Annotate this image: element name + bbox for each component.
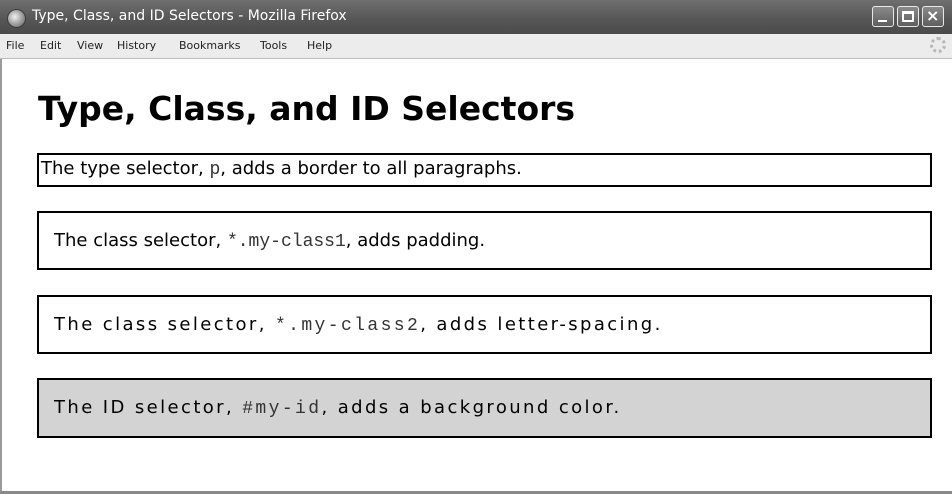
paragraph-text: The class selector, — [54, 314, 275, 335]
selector-code: #my-id — [242, 399, 322, 419]
close-button[interactable]: × — [922, 6, 944, 27]
window-left-border — [0, 59, 2, 494]
minimize-button[interactable] — [872, 6, 894, 27]
maximize-button[interactable] — [897, 6, 919, 27]
menu-view[interactable]: View — [77, 39, 103, 52]
selector-code: *.my-class1 — [226, 232, 346, 252]
menu-bookmarks[interactable]: Bookmarks — [179, 39, 240, 52]
title-bar[interactable]: Type, Class, and ID Selectors - Mozilla … — [0, 0, 952, 34]
menu-history[interactable]: History — [117, 39, 156, 52]
firefox-logo-icon — [7, 9, 26, 28]
menu-bar: File Edit View History Bookmarks Tools H… — [0, 34, 952, 59]
paragraph-text: , adds a background color. — [321, 397, 622, 418]
paragraph-text: The type selector, — [41, 158, 210, 179]
minimize-icon — [878, 20, 887, 22]
page-content: Type, Class, and ID Selectors The type s… — [0, 59, 952, 494]
paragraph-text: The class selector, — [54, 230, 227, 251]
type-selector-paragraph: The type selector, p, adds a border to a… — [37, 153, 932, 187]
maximize-icon — [902, 11, 914, 22]
selector-code: *.my-class2 — [274, 316, 421, 336]
paragraph-text: The ID selector, — [54, 397, 243, 418]
menu-file[interactable]: File — [6, 39, 24, 52]
browser-window: Type, Class, and ID Selectors - Mozilla … — [0, 0, 952, 494]
paragraph-text: , adds a border to all paragraphs. — [220, 158, 522, 179]
window-title: Type, Class, and ID Selectors - Mozilla … — [32, 8, 347, 24]
page-heading: Type, Class, and ID Selectors — [38, 89, 576, 128]
menu-tools[interactable]: Tools — [260, 39, 287, 52]
menu-help[interactable]: Help — [307, 39, 332, 52]
class2-selector-paragraph: The class selector, *.my-class2, adds le… — [37, 295, 932, 354]
id-selector-paragraph: The ID selector, #my-id, adds a backgrou… — [37, 378, 932, 438]
selector-code: p — [209, 160, 221, 180]
loading-throbber-icon — [930, 37, 946, 53]
menu-edit[interactable]: Edit — [40, 39, 61, 52]
class1-selector-paragraph: The class selector, *.my-class1, adds pa… — [37, 211, 932, 270]
close-icon: × — [926, 6, 940, 25]
paragraph-text: , adds padding. — [345, 230, 486, 251]
paragraph-text: , adds letter-spacing. — [420, 314, 663, 335]
